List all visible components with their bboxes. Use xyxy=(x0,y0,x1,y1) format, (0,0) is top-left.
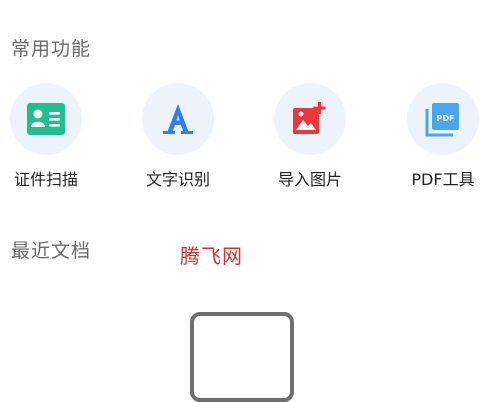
feature-import-image[interactable]: 导入图片 xyxy=(260,83,360,190)
svg-text:PDF: PDF xyxy=(437,114,455,123)
feature-label: PDF工具 xyxy=(411,170,475,189)
feature-text-recognition[interactable]: 文字识别 xyxy=(128,83,228,190)
feature-label: 导入图片 xyxy=(277,170,342,189)
text-recognition-icon xyxy=(142,83,214,155)
empty-document-icon xyxy=(190,312,294,402)
pdf-tool-icon: PDF xyxy=(407,83,479,155)
feature-label: 证件扫描 xyxy=(13,170,78,189)
recent-documents-title: 最近文档 xyxy=(11,240,92,262)
feature-label: 文字识别 xyxy=(145,170,210,189)
feature-pdf-tool[interactable]: PDF PDF工具 xyxy=(393,83,485,190)
common-functions-title: 常用功能 xyxy=(11,38,92,60)
import-image-icon xyxy=(274,83,346,155)
feature-id-scan[interactable]: 证件扫描 xyxy=(0,83,96,190)
watermark: 腾飞网 xyxy=(180,244,243,268)
id-card-icon xyxy=(10,83,82,155)
